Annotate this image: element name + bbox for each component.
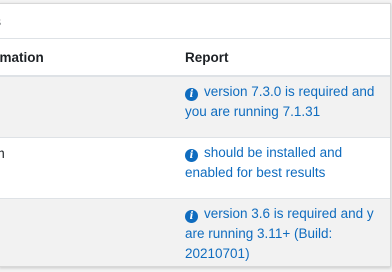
table-row: i version 7.3.0 is required and you are r… <box>0 76 390 138</box>
report-text[interactable]: version 7.3.0 is required and you are ru… <box>185 84 374 119</box>
report-text[interactable]: version 3.6 is required and y are runnin… <box>185 206 374 261</box>
environment-card: s ormation Report iversion 7.3.0 is requ… <box>0 3 391 267</box>
card-title: s <box>0 13 1 29</box>
information-cell <box>0 76 185 138</box>
report-cell: i should be installed and enabled for bes… <box>185 137 390 199</box>
information-cell: um <box>0 137 185 199</box>
report-cell: i version 3.6 is required and y are runni… <box>185 198 390 266</box>
report-cell: i version 7.3.0 is required and you are r… <box>185 76 390 138</box>
information-cell <box>0 198 185 266</box>
table-header-row: ormation Report <box>0 39 390 77</box>
info-circle-icon: i <box>185 149 198 162</box>
table-row: um ishould be installed and enabled for … <box>0 137 390 199</box>
column-header-information[interactable]: ormation <box>0 39 185 77</box>
table-row: i version 3.6 is required and y are runni… <box>0 198 390 266</box>
info-circle-icon: i <box>185 210 198 223</box>
environment-table: ormation Report iversion 7.3.0 is requir… <box>0 39 390 266</box>
column-header-report[interactable]: Report <box>185 39 390 77</box>
info-circle-icon: i <box>185 88 198 101</box>
report-text[interactable]: should be installed and enabled for best… <box>185 145 342 180</box>
card-header: s <box>0 4 390 39</box>
